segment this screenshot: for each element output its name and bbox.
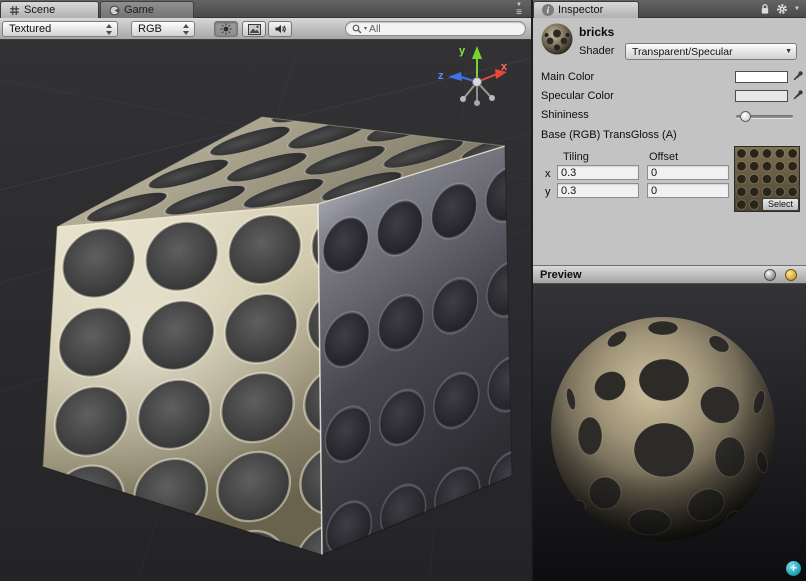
- base-texture-thumbnail[interactable]: Select: [734, 146, 800, 212]
- draw-mode-dropdown[interactable]: Textured: [2, 21, 118, 37]
- lock-icon[interactable]: [760, 3, 770, 15]
- lighting-toggle-button[interactable]: [214, 21, 238, 37]
- shader-dropdown[interactable]: Transparent/Specular ▼: [625, 43, 797, 60]
- tab-game-label: Game: [124, 4, 154, 16]
- dropdown-arrows-icon: [105, 24, 113, 35]
- gizmo-y-label: y: [459, 45, 466, 57]
- eyedropper-icon[interactable]: [792, 70, 804, 82]
- tab-scene-label: Scene: [24, 4, 55, 16]
- scene-tabstrip: Scene Game ▼≡: [0, 0, 531, 18]
- preview-add-button[interactable]: +: [786, 561, 801, 576]
- scene-grid-icon: [9, 5, 20, 16]
- scene-3d-view: y x z: [0, 40, 531, 581]
- eyedropper-icon[interactable]: [792, 89, 804, 101]
- audio-toggle-button[interactable]: [268, 21, 292, 37]
- shader-value: Transparent/Specular: [632, 46, 733, 58]
- tiling-x-input[interactable]: [557, 165, 639, 180]
- shininess-slider[interactable]: [736, 115, 793, 118]
- axis-y-label: y: [545, 186, 551, 198]
- scene-toolbar: Textured RGB: [0, 18, 531, 40]
- offset-x-input[interactable]: [647, 165, 729, 180]
- inspector-tabstrip: i Inspector ▼: [533, 0, 806, 18]
- material-name: bricks: [579, 25, 614, 39]
- chevron-down-icon[interactable]: ▼: [794, 6, 800, 12]
- tiling-y-input[interactable]: [557, 183, 639, 198]
- tab-scene[interactable]: Scene: [0, 1, 99, 18]
- tab-inspector-label: Inspector: [558, 4, 603, 16]
- search-filter-label: All: [369, 23, 381, 35]
- shininess-label: Shininess: [541, 109, 589, 121]
- plus-icon: +: [790, 561, 797, 575]
- material-preview-render: [533, 284, 806, 581]
- tiling-header: Tiling: [563, 151, 589, 163]
- shininess-slider-thumb[interactable]: [740, 111, 751, 122]
- offset-header: Offset: [649, 151, 678, 163]
- preview-header[interactable]: Preview: [533, 265, 806, 284]
- gizmo-z-label: z: [438, 70, 444, 82]
- scene-pane-menu-icon[interactable]: ▼≡: [512, 2, 526, 17]
- select-texture-button[interactable]: Select: [762, 198, 799, 211]
- render-mode-value: RGB: [138, 23, 162, 35]
- scene-viewport[interactable]: y x z: [0, 40, 531, 581]
- speaker-icon: [274, 23, 286, 35]
- dropdown-arrows-icon: [182, 24, 190, 35]
- game-icon: [109, 5, 120, 16]
- search-icon: [352, 24, 362, 34]
- shader-label: Shader: [579, 45, 614, 57]
- render-mode-dropdown[interactable]: RGB: [131, 21, 195, 37]
- skybox-toggle-button[interactable]: [242, 21, 266, 37]
- scene-panel: Scene Game ▼≡ Textured RGB: [0, 0, 531, 581]
- offset-y-input[interactable]: [647, 183, 729, 198]
- search-filter-arrow-icon: ▾: [364, 25, 367, 32]
- sun-icon: [220, 23, 232, 35]
- preview-title: Preview: [540, 269, 582, 281]
- tab-inspector[interactable]: i Inspector: [533, 1, 639, 18]
- info-icon: i: [542, 4, 554, 16]
- axis-x-label: x: [545, 168, 551, 180]
- specular-color-label: Specular Color: [541, 90, 614, 102]
- preview-mesh-icon[interactable]: [764, 269, 776, 281]
- specular-color-swatch[interactable]: [735, 90, 788, 102]
- draw-mode-value: Textured: [9, 23, 51, 35]
- gizmo-x-label: x: [501, 61, 508, 73]
- preview-light-icon[interactable]: [785, 269, 797, 281]
- inspector-panel: i Inspector ▼: [533, 0, 806, 581]
- scene-search-field[interactable]: ▾ All: [345, 21, 526, 36]
- chevron-down-icon: ▼: [785, 48, 792, 55]
- material-sphere-thumbnail[interactable]: [540, 22, 574, 56]
- image-icon: [248, 24, 261, 35]
- main-color-label: Main Color: [541, 71, 594, 83]
- main-color-swatch[interactable]: [735, 71, 788, 83]
- base-map-label: Base (RGB) TransGloss (A): [541, 129, 677, 141]
- tab-game[interactable]: Game: [100, 1, 194, 18]
- gear-icon[interactable]: [776, 3, 788, 15]
- preview-area[interactable]: +: [533, 284, 806, 581]
